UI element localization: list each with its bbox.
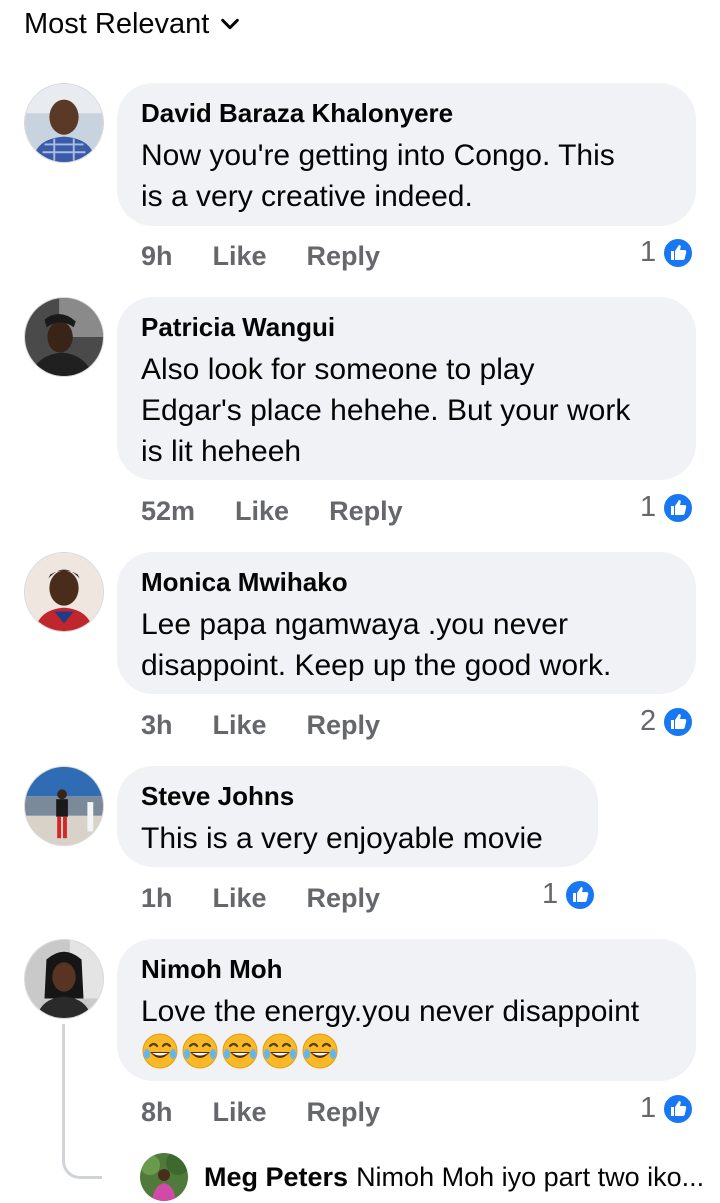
avatar[interactable] [24, 766, 104, 846]
comment-bubble: Nimoh Moh Love the energy.you never disa… [117, 939, 696, 1081]
avatar[interactable] [24, 297, 104, 377]
avatar[interactable] [140, 1153, 188, 1201]
comment-actions: 3h Like Reply [141, 707, 420, 743]
comment-bubble: Patricia Wangui Also look for someone to… [117, 297, 696, 480]
comment-actions: 9h Like Reply [141, 238, 420, 274]
sort-dropdown[interactable]: Most Relevant [24, 4, 241, 44]
comment-text: Lee papa ngamwaya .you never disappoint.… [141, 608, 612, 682]
reply-button[interactable]: Reply [307, 1097, 381, 1128]
comment-time[interactable]: 8h [141, 1097, 173, 1128]
avatar[interactable] [24, 83, 104, 163]
comment-actions: 52m Like Reply [141, 493, 443, 529]
rolling-laughing-emoji-icon [222, 1033, 258, 1069]
comment-text: This is a very enjoyable movie [141, 822, 543, 855]
comment-text: Also look for someone to play Edgar's pl… [141, 353, 631, 468]
commenter-name[interactable]: Nimoh Moh [141, 953, 672, 985]
rolling-laughing-emoji-icon [142, 1033, 178, 1069]
comment-bubble: David Baraza Khalonyere Now you're getti… [117, 83, 696, 226]
thumbs-up-icon [662, 491, 695, 524]
comment-bubble: Steve Johns This is a very enjoyable mov… [117, 766, 598, 867]
commenter-name[interactable]: Monica Mwihako [141, 566, 672, 598]
reaction-count[interactable]: 1 [640, 491, 695, 524]
comment-text: Now you're getting into Congo. This is a… [141, 139, 615, 213]
reply-preview-text: Meg Peters Nimoh Moh iyo part two iko... [204, 1162, 704, 1193]
like-button[interactable]: Like [213, 1097, 267, 1128]
reaction-count[interactable]: 1 [542, 878, 597, 911]
rolling-laughing-emoji-icon [262, 1033, 298, 1069]
reply-thread-line [62, 1024, 102, 1179]
reply-snippet: Nimoh Moh iyo part two iko... [356, 1161, 705, 1192]
like-button[interactable]: Like [213, 883, 267, 914]
rolling-laughing-emoji-icon [302, 1033, 338, 1069]
reply-button[interactable]: Reply [307, 241, 381, 272]
like-button[interactable]: Like [213, 710, 267, 741]
like-button[interactable]: Like [213, 241, 267, 272]
thumbs-up-icon [662, 1092, 695, 1125]
comment-time[interactable]: 3h [141, 710, 173, 741]
comment-time[interactable]: 1h [141, 883, 173, 914]
chevron-down-icon [221, 18, 240, 30]
reaction-count[interactable]: 1 [640, 236, 695, 269]
commenter-name[interactable]: Steve Johns [141, 780, 574, 812]
thumbs-up-icon [662, 236, 695, 269]
avatar[interactable] [24, 939, 104, 1019]
reaction-count[interactable]: 2 [640, 705, 695, 738]
thumbs-up-icon [564, 878, 597, 911]
commenter-name[interactable]: David Baraza Khalonyere [141, 97, 672, 129]
emoji-row [141, 1032, 672, 1070]
comment-bubble: Monica Mwihako Lee papa ngamwaya .you ne… [117, 552, 696, 694]
avatar[interactable] [24, 552, 104, 632]
rolling-laughing-emoji-icon [182, 1033, 218, 1069]
commenter-name[interactable]: Patricia Wangui [141, 311, 672, 343]
reply-preview[interactable]: Meg Peters Nimoh Moh iyo part two iko... [140, 1152, 710, 1202]
like-button[interactable]: Like [235, 496, 289, 527]
sort-label: Most Relevant [24, 7, 210, 40]
reply-button[interactable]: Reply [307, 883, 381, 914]
comment-text: Love the energy.you never disappoint [141, 991, 672, 1070]
reply-author-name[interactable]: Meg Peters [204, 1162, 348, 1192]
thumbs-up-icon [662, 705, 695, 738]
comment-actions: 1h Like Reply [141, 880, 420, 916]
reply-button[interactable]: Reply [329, 496, 403, 527]
comment-time[interactable]: 52m [141, 496, 195, 527]
reply-button[interactable]: Reply [307, 710, 381, 741]
comment-actions: 8h Like Reply [141, 1094, 420, 1130]
reaction-count[interactable]: 1 [640, 1092, 695, 1125]
comment-time[interactable]: 9h [141, 241, 173, 272]
